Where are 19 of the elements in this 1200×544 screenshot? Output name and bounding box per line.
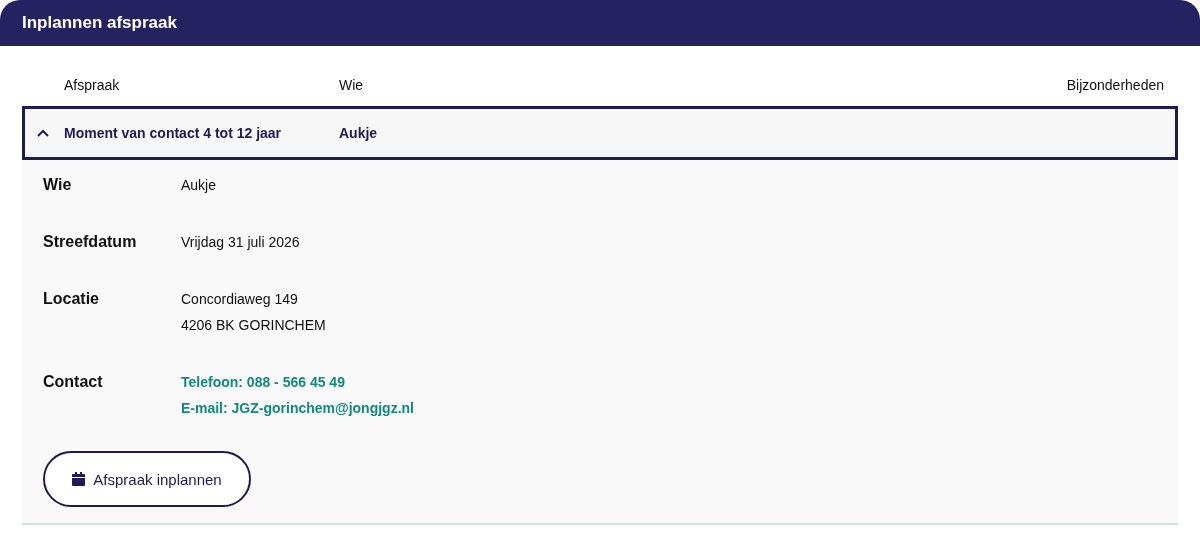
column-heading: Wie: [339, 77, 365, 93]
contact-link[interactable]: Telefoon: 088 - 566 45 49: [181, 369, 345, 395]
appointment-person: Aukje: [339, 125, 379, 141]
detail-value: Vrijdag 31 juli 2026: [181, 233, 300, 252]
detail-value: Aukje: [181, 176, 217, 195]
detail-value: Concordiaweg 149: [181, 290, 298, 309]
detail-value: 4206 BK GORINCHEM: [181, 316, 326, 335]
calendar-icon: [72, 472, 86, 486]
detail-label: Contact: [43, 372, 104, 392]
appointment-name: Moment van contact 4 tot 12 jaar: [64, 125, 283, 141]
detail-label: Locatie: [43, 289, 100, 309]
page-title: Inplannen afspraak: [22, 13, 177, 33]
schedule-button[interactable]: Afspraak inplannen: [43, 451, 251, 507]
appointment-row[interactable]: Moment van contact 4 tot 12 jaar Aukje: [22, 106, 1178, 160]
detail-label: Wie: [43, 175, 73, 195]
column-heading: Afspraak: [64, 77, 121, 93]
contact-link[interactable]: E-mail: JGZ-gorinchem@jongjgz.nl: [181, 395, 414, 421]
detail-label: Streefdatum: [43, 232, 138, 252]
column-heading: Bijzonderheden: [1066, 77, 1164, 93]
